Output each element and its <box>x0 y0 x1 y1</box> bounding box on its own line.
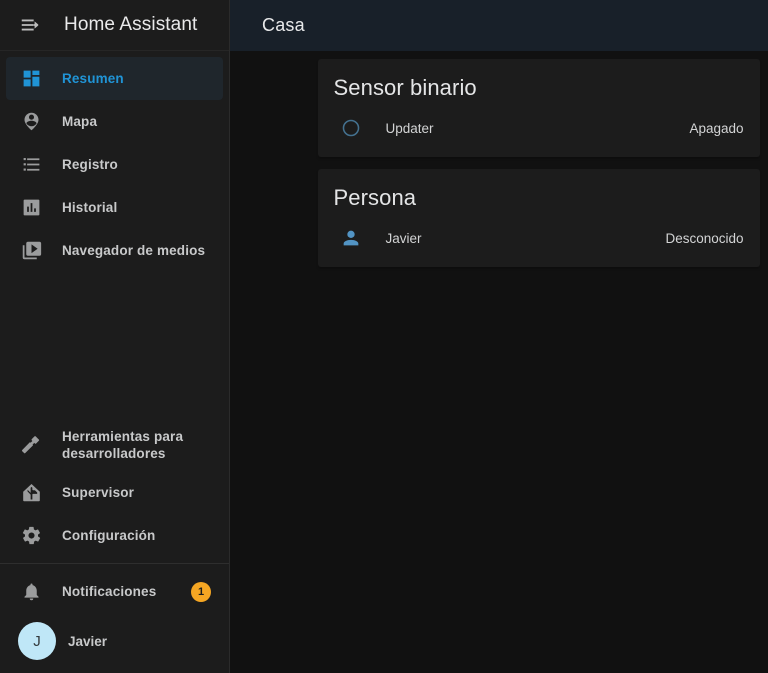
sidebar-divider <box>0 563 229 564</box>
entity-name: Updater <box>385 120 434 136</box>
sidebar-item-label: Supervisor <box>62 485 135 500</box>
home-assistant-app: Home Assistant Resumen Mapa Registro His… <box>0 0 768 673</box>
sidebar: Home Assistant Resumen Mapa Registro His… <box>0 0 230 673</box>
sidebar-header: Home Assistant <box>0 0 229 51</box>
gear-icon <box>18 523 44 549</box>
circle-outline-icon[interactable] <box>334 117 368 139</box>
app-title: Home Assistant <box>64 14 198 35</box>
sidebar-item-resumen[interactable]: Resumen <box>6 57 223 100</box>
dashboard-content: Sensor binario Updater Apagado Persona J… <box>230 51 768 673</box>
view-dashboard-icon <box>18 66 44 92</box>
sidebar-item-label: Registro <box>62 157 118 172</box>
account-icon[interactable] <box>334 227 368 249</box>
entity-state[interactable]: Apagado <box>689 121 743 136</box>
card-persona: Persona Javier Desconocido <box>317 169 760 267</box>
sidebar-item-label: Herramientas para desarrolladores <box>62 429 184 461</box>
top-bar: Casa <box>230 0 768 51</box>
chart-box-icon <box>18 195 44 221</box>
entity-name: Javier <box>385 230 422 246</box>
format-list-bulleted-icon <box>18 152 44 178</box>
menu-open-icon[interactable] <box>10 5 50 45</box>
entity-row-javier[interactable]: Javier Desconocido <box>334 217 744 259</box>
card-sensor-binario: Sensor binario Updater Apagado <box>317 59 760 157</box>
sidebar-item-configuracion[interactable]: Configuración <box>6 514 223 557</box>
sidebar-nav: Resumen Mapa Registro Historial Navegado… <box>0 51 229 272</box>
sidebar-item-label: Configuración <box>62 528 156 543</box>
sidebar-item-label: Notificaciones <box>62 584 157 599</box>
vertical-scrollbar[interactable] <box>762 51 768 673</box>
entity-state[interactable]: Desconocido <box>665 231 743 246</box>
sidebar-item-herramientas-para-desarrolladores[interactable]: Herramientas para desarrolladores <box>6 419 223 471</box>
map-marker-account-icon <box>18 109 44 135</box>
entity-row-updater[interactable]: Updater Apagado <box>334 107 744 149</box>
sidebar-item-label: Resumen <box>62 71 124 86</box>
sidebar-user-label: Javier <box>68 633 108 649</box>
sidebar-item-label: Historial <box>62 200 118 215</box>
main-area: Casa Sensor binario Updater Apagado Pers… <box>230 0 768 673</box>
sidebar-item-label: Mapa <box>62 114 98 129</box>
sidebar-item-notificaciones[interactable]: Notificaciones 1 <box>6 570 223 613</box>
bell-icon <box>18 579 44 605</box>
sidebar-item-navegador-de-medios[interactable]: Navegador de medios <box>6 229 223 272</box>
card-title: Sensor binario <box>333 75 477 100</box>
sidebar-item-mapa[interactable]: Mapa <box>6 100 223 143</box>
sidebar-lower-nav: Herramientas para desarrolladores Superv… <box>0 419 229 673</box>
page-title: Casa <box>262 15 305 35</box>
sidebar-item-historial[interactable]: Historial <box>6 186 223 229</box>
sidebar-item-supervisor[interactable]: Supervisor <box>6 471 223 514</box>
sidebar-item-registro[interactable]: Registro <box>6 143 223 186</box>
home-assistant-logo-icon <box>18 480 44 506</box>
card-title: Persona <box>333 185 417 210</box>
play-box-multiple-icon <box>18 238 44 264</box>
avatar: J <box>18 622 56 660</box>
hammer-icon <box>18 432 44 458</box>
sidebar-item-label: Navegador de medios <box>62 243 206 258</box>
sidebar-item-user-profile[interactable]: J Javier <box>6 613 223 669</box>
card-column: Sensor binario Updater Apagado Persona J… <box>317 59 760 279</box>
notification-count-badge: 1 <box>191 581 211 602</box>
